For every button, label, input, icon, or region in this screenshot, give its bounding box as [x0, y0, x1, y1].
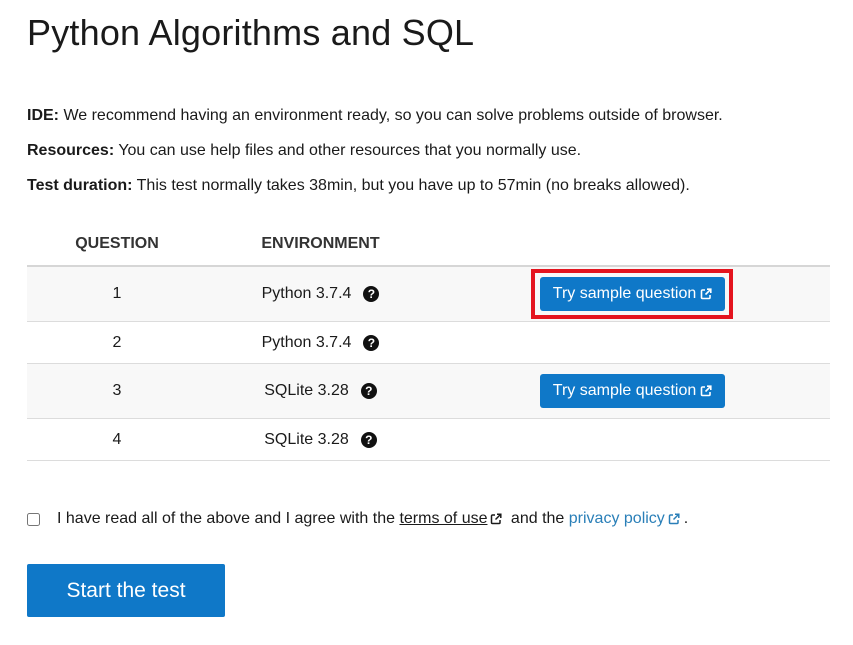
table-row: 4 SQLite 3.28 ? — [27, 419, 830, 461]
question-number: 4 — [112, 430, 122, 448]
question-circle-icon[interactable]: ? — [360, 431, 377, 448]
environment-name: SQLite 3.28 — [264, 382, 349, 399]
action-cell — [434, 322, 830, 364]
header-question: QUESTION — [27, 222, 207, 267]
terms-of-use-link[interactable]: terms of use — [399, 510, 487, 527]
duration-text: This test normally takes 38min, but you … — [132, 177, 690, 194]
agree-checkbox[interactable] — [27, 512, 40, 526]
header-actions — [434, 222, 830, 267]
info-resources: Resources: You can use help files and ot… — [27, 133, 723, 168]
environment-cell: SQLite 3.28 ? — [207, 364, 434, 419]
highlight-box: Try sample question — [530, 269, 734, 319]
question-number: 1 — [112, 285, 122, 302]
agreement-text-end: . — [683, 510, 689, 527]
action-cell: Try sample question — [434, 266, 830, 322]
questions-table: QUESTION ENVIRONMENT 1 Python 3.7.4 ? Tr — [27, 222, 830, 461]
test-info: IDE: We recommend having an environment … — [27, 98, 723, 203]
resources-text: You can use help files and other resourc… — [114, 142, 582, 159]
info-duration: Test duration: This test normally takes … — [27, 168, 723, 203]
duration-label: Test duration: — [27, 177, 133, 194]
agreement-row: I have read all of the above and I agree… — [27, 510, 688, 528]
external-link-icon — [700, 288, 712, 300]
environment-name: Python 3.7.4 — [261, 285, 352, 302]
environment-cell: SQLite 3.28 ? — [207, 419, 434, 461]
environment-cell: Python 3.7.4 ? — [207, 266, 434, 322]
privacy-policy-link[interactable]: privacy policy — [569, 510, 665, 527]
table-header-row: QUESTION ENVIRONMENT — [27, 222, 830, 267]
try-sample-question-button[interactable]: Try sample question — [539, 374, 726, 408]
external-link-icon — [700, 385, 712, 397]
external-link-icon — [668, 513, 680, 525]
environment-name: SQLite 3.28 — [264, 430, 349, 448]
action-cell — [434, 419, 830, 461]
table-row: 3 SQLite 3.28 ? Try sample question — [27, 363, 830, 419]
ide-label: IDE: — [27, 107, 59, 124]
resources-label: Resources: — [27, 142, 115, 159]
action-cell: Try sample question — [434, 364, 830, 419]
try-sample-question-button[interactable]: Try sample question — [539, 277, 726, 311]
test-start-page: Python Algorithms and SQL IDE: We recomm… — [0, 0, 853, 645]
start-test-button[interactable]: Start the test — [27, 564, 225, 617]
question-number: 3 — [112, 382, 122, 399]
agreement-text: I have read all of the above and I agree… — [57, 510, 688, 528]
sample-button-label: Try sample question — [552, 285, 697, 302]
table-row: 2 Python 3.7.4 ? — [27, 322, 830, 364]
table-row: 1 Python 3.7.4 ? Try sample question — [27, 266, 830, 322]
question-circle-icon[interactable]: ? — [360, 383, 377, 399]
agreement-text-before: I have read all of the above and I agree… — [57, 510, 400, 527]
environment-name: Python 3.7.4 — [261, 333, 352, 351]
info-ide: IDE: We recommend having an environment … — [27, 98, 723, 133]
sample-button-label: Try sample question — [552, 382, 697, 399]
ide-text: We recommend having an environment ready… — [59, 107, 723, 124]
external-link-icon — [491, 513, 503, 525]
page-title: Python Algorithms and SQL — [27, 12, 475, 53]
question-number: 2 — [112, 333, 122, 351]
environment-cell: Python 3.7.4 ? — [207, 322, 434, 364]
header-environment: ENVIRONMENT — [207, 222, 434, 267]
question-circle-icon[interactable]: ? — [363, 334, 380, 351]
question-circle-icon[interactable]: ? — [363, 286, 380, 302]
agreement-text-middle: and the — [506, 510, 569, 527]
